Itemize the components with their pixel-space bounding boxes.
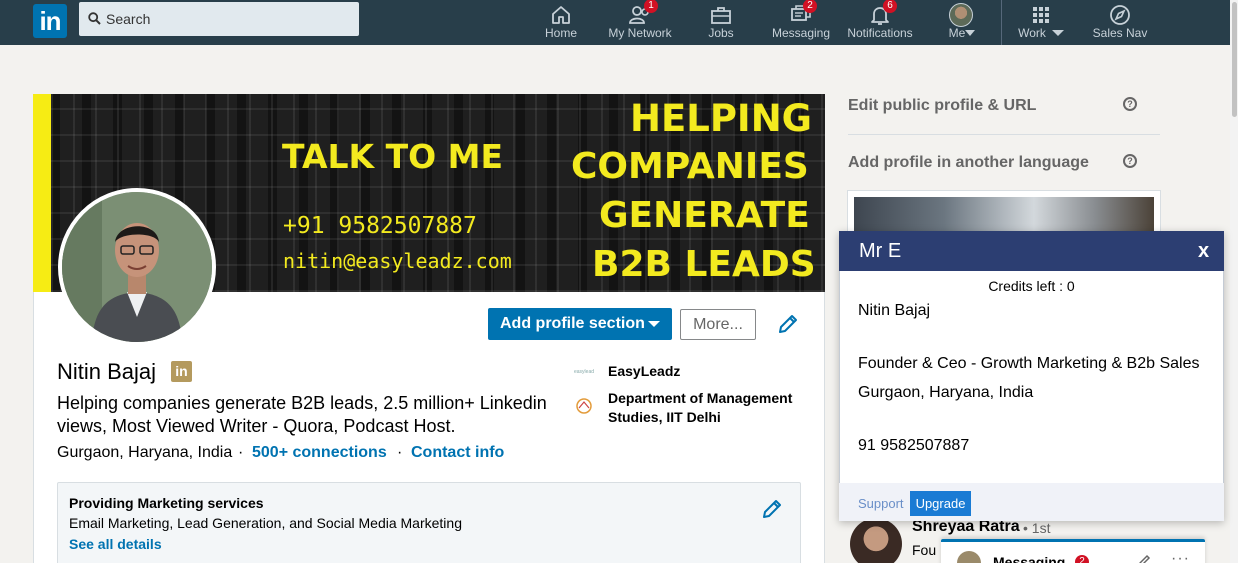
scrollbar-thumb[interactable] (1232, 2, 1237, 117)
rail-divider (848, 134, 1160, 135)
nav-notifications-label: Notifications (847, 26, 913, 40)
pencil-icon[interactable] (761, 498, 783, 520)
add-profile-section-button[interactable]: Add profile section (488, 308, 672, 340)
person-degree: • 1st (1023, 520, 1051, 536)
nav-divider (1001, 0, 1002, 45)
nav-sales-nav-label: Sales Nav (1092, 26, 1148, 40)
banner-line-1: HELPING (630, 97, 813, 140)
search-input[interactable] (106, 2, 351, 36)
help-icon[interactable]: ? (1123, 97, 1137, 111)
mr-e-popup (839, 231, 1224, 521)
services-title: Providing Marketing services (69, 495, 264, 511)
profile-photo[interactable] (58, 188, 216, 346)
nav-work[interactable]: Work (1012, 0, 1070, 45)
profile-headline: Helping companies generate B2B leads, 2.… (57, 393, 547, 436)
linkedin-logo[interactable]: in (33, 4, 67, 38)
support-link[interactable]: Support (858, 496, 904, 511)
nav-jobs[interactable]: Jobs (697, 0, 745, 45)
messaging-badge: 2 (803, 0, 817, 13)
iit-delhi-logo[interactable] (574, 396, 594, 416)
separator-dot: · (397, 444, 403, 461)
edit-public-profile-link[interactable]: Edit public profile & URL (848, 97, 1036, 115)
profile-location: Gurgaon, Haryana, India (57, 444, 233, 461)
network-badge: 1 (644, 0, 658, 13)
nav-notifications[interactable]: 6 Notifications (843, 0, 917, 45)
banner-line-3: GENERATE (599, 195, 810, 236)
top-nav: in Home 1 My Network Jobs 2 Messaging 6 … (0, 0, 1230, 45)
banner-stripe (33, 94, 51, 292)
contact-info-link[interactable]: Contact info (411, 444, 504, 462)
compass-icon (1110, 5, 1130, 25)
person-avatar[interactable] (850, 518, 902, 563)
banner-line-2: COMPANIES (571, 146, 809, 187)
nav-messaging[interactable]: 2 Messaging (767, 0, 835, 45)
jobs-icon (711, 7, 731, 24)
banner-email: nitin@easyleadz.com (283, 249, 512, 273)
popup-contact-name: Nitin Bajaj (858, 302, 931, 319)
nav-jobs-label: Jobs (708, 26, 734, 40)
popup-title: Mr E (859, 240, 902, 262)
chevron-down-icon (1052, 30, 1064, 36)
me-avatar (949, 3, 973, 27)
easyleadz-logo[interactable]: easyleadz (574, 362, 594, 382)
more-button[interactable]: More... (680, 309, 756, 340)
nav-me[interactable]: Me (936, 0, 986, 45)
banner-phone: +91 9582507887 (283, 213, 477, 239)
messaging-bar[interactable]: Messaging 2 ··· (941, 539, 1205, 563)
messaging-avatar (957, 551, 981, 563)
separator-dot: · (238, 444, 244, 461)
search-box[interactable] (79, 2, 359, 36)
add-language-profile-link[interactable]: Add profile in another language (848, 154, 1089, 172)
nav-messaging-label: Messaging (771, 26, 831, 40)
see-all-details-link[interactable]: See all details (69, 536, 162, 552)
compose-icon[interactable] (1137, 554, 1151, 563)
chevron-down-icon (965, 30, 975, 36)
home-icon (552, 6, 570, 24)
profile-name: Nitin Bajaj (57, 359, 157, 384)
banner-talk-text: TALK TO ME (282, 137, 504, 176)
current-company[interactable]: EasyLeadz (608, 362, 680, 381)
close-button[interactable]: x (1198, 240, 1209, 263)
popup-contact-location: Gurgaon, Haryana, India (858, 384, 1034, 401)
connections-link[interactable]: 500+ connections (252, 444, 387, 462)
nav-my-network-label: My Network (608, 26, 672, 40)
search-icon (88, 12, 101, 25)
help-icon[interactable]: ? (1123, 154, 1137, 168)
nav-sales-nav[interactable]: Sales Nav (1088, 0, 1152, 45)
upgrade-button[interactable]: Upgrade (910, 491, 971, 516)
banner-line-4: B2B LEADS (592, 244, 816, 285)
notifications-badge: 6 (883, 0, 897, 13)
education[interactable]: Department of Management Studies, IIT De… (608, 389, 808, 427)
linkedin-premium-icon: in (171, 361, 192, 382)
nav-home-label: Home (544, 26, 577, 40)
pencil-icon[interactable] (777, 313, 799, 335)
services-description: Email Marketing, Lead Generation, and So… (69, 515, 462, 531)
person-headline: Fou (912, 542, 937, 558)
messaging-bar-label: Messaging (993, 554, 1066, 563)
credits-left: Credits left : 0 (988, 278, 1075, 294)
grid-icon (1033, 7, 1049, 23)
messaging-bar-badge: 2 (1075, 555, 1089, 563)
person-photo-icon (62, 192, 212, 342)
more-options-icon[interactable]: ··· (1171, 550, 1190, 563)
popup-contact-phone: 91 9582507887 (858, 437, 970, 454)
add-profile-section-label: Add profile section (500, 315, 645, 332)
nav-home[interactable]: Home (535, 0, 587, 45)
popup-contact-role: Founder & Ceo - Growth Marketing & B2b S… (858, 355, 1200, 372)
nav-my-network[interactable]: 1 My Network (602, 0, 678, 45)
caret-down-icon (648, 321, 660, 327)
